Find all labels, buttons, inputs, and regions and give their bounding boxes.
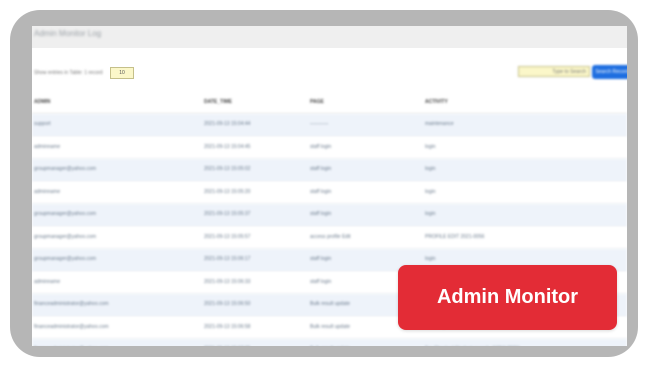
cell-date-time: 2021-09-13 15:05:57 [204, 233, 251, 240]
search-input[interactable]: Type to Search [518, 66, 590, 77]
cell-activity: login [425, 143, 436, 150]
admin-monitor-badge: Admin Monitor [398, 265, 617, 330]
column-header-date-time[interactable]: DATE_TIME [204, 99, 232, 105]
cell-date-time: 2021-09-13 15:04:44 [204, 121, 251, 127]
cell-page: staff login [310, 143, 332, 150]
cell-date-time: 2021-09-13 15:05:02 [204, 166, 251, 172]
cell-date-time: 2021-09-13 15:05:37 [204, 211, 251, 217]
cell-date-time: 2021-09-13 15:05:20 [204, 188, 251, 195]
table-row[interactable]: adminname 2021-09-13 15:04:45 staff login l… [32, 136, 627, 159]
cell-admin: financeadministrator@yahoo.com [34, 323, 109, 330]
cell-page: staff login [310, 278, 332, 285]
cell-page: Bulk result update [310, 301, 351, 307]
column-header-activity[interactable]: ACTIVITY [425, 99, 448, 105]
cell-activity: maintenance [425, 121, 454, 127]
cell-page: staff login [310, 256, 332, 262]
cell-date-time: 2021-09-13 15:06:17 [204, 256, 251, 262]
search-button[interactable]: Search Record [592, 65, 627, 79]
cell-admin: adminname [34, 188, 61, 195]
table-row[interactable]: financeadministrator@yahoo.com2021-09-13… [32, 339, 627, 346]
cell-admin: support [34, 121, 51, 127]
table-row[interactable]: groupmanager@yahoo.com 2021-09-13 15:05:3… [32, 204, 627, 227]
cell-date-time: 2021-09-13 15:06:33 [204, 278, 251, 285]
entries-select[interactable]: 10 [110, 67, 134, 79]
table-row[interactable]: groupmanager@yahoo.com 2021-09-13 15:05:0… [32, 159, 627, 182]
window-title: Admin Monitor Log [34, 29, 102, 38]
cell-page: staff login [310, 188, 332, 195]
cell-activity: PROFILE EDIT 2021-0056 [425, 233, 485, 240]
cell-admin: adminname [34, 278, 61, 285]
cell-date-time: 2021-09-13 15:06:58 [204, 323, 251, 330]
cell-admin: groupmanager@yahoo.com [34, 211, 97, 217]
column-header-page[interactable]: PAGE [310, 99, 324, 105]
table-row[interactable]: groupmanager@yahoo.com 2021-09-13 15:05:5… [32, 226, 627, 249]
cell-admin: groupmanager@yahoo.com [34, 256, 97, 262]
column-header-admin[interactable]: ADMIN [34, 99, 50, 105]
cell-page: staff login [310, 211, 332, 217]
window-header: Admin Monitor Log [32, 26, 627, 48]
cell-activity: login [425, 211, 436, 217]
cell-page: Bulk result update [310, 323, 351, 330]
table-row[interactable]: support 2021-09-13 15:04:44 ----------- mai… [32, 114, 627, 137]
cell-admin: adminname [34, 143, 61, 150]
cell-page: ----------- [310, 121, 329, 127]
table-header: ADMIN DATE_TIME PAGE ACTIVITY [32, 91, 627, 114]
show-entries-label: Show entries in Table: 1 record [34, 70, 103, 76]
cell-page: access profile Edit [310, 233, 351, 240]
cell-activity: login [425, 166, 436, 172]
table-row[interactable]: adminname 2021-09-13 15:05:20 staff login l… [32, 181, 627, 204]
cell-admin: financeadministrator@yahoo.com [34, 301, 109, 307]
cell-date-time: 2021-09-13 15:06:50 [204, 301, 251, 307]
cell-activity: login [425, 188, 436, 195]
cell-page: staff login [310, 166, 332, 172]
cell-activity: login [425, 256, 436, 262]
table-controls: Show entries in Table: 1 record 10 Type … [32, 64, 627, 86]
cell-admin: groupmanager@yahoo.com [34, 166, 97, 172]
cell-admin: groupmanager@yahoo.com [34, 233, 97, 240]
cell-date-time: 2021-09-13 15:04:45 [204, 143, 251, 150]
